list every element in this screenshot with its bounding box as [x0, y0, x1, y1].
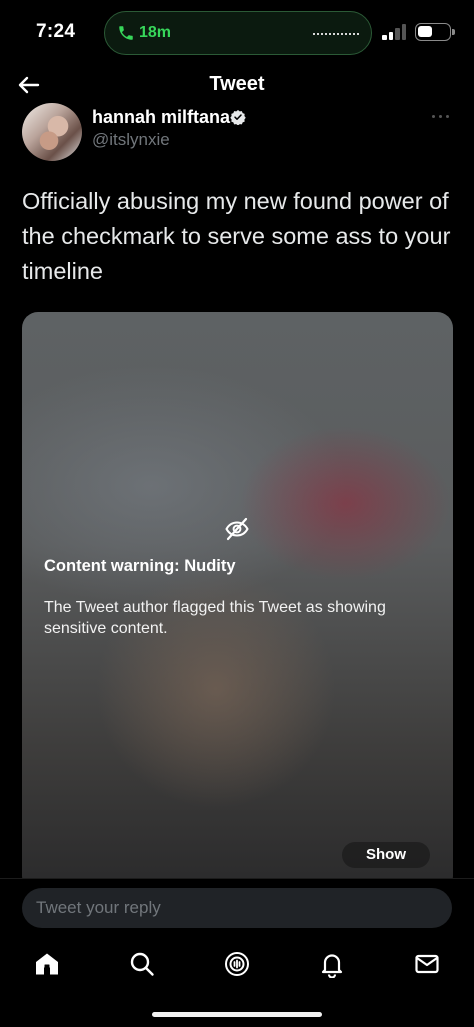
verified-badge-icon	[230, 110, 246, 125]
active-call-pill[interactable]: 18m	[104, 11, 372, 55]
spaces-icon[interactable]	[223, 950, 251, 978]
sensitive-media-card[interactable]: Content warning: Nudity The Tweet author…	[22, 312, 453, 892]
top-navigation-bar: Tweet	[0, 64, 474, 108]
page-title: Tweet	[209, 73, 265, 95]
search-icon[interactable]	[128, 950, 156, 978]
status-time: 7:24	[36, 21, 76, 42]
home-indicator	[152, 1012, 322, 1017]
audio-waveform	[313, 33, 359, 36]
author-name[interactable]: hannah milftana	[92, 107, 230, 128]
mail-icon[interactable]	[413, 950, 441, 978]
status-bar: 7:24 18m	[0, 0, 474, 64]
content-warning-description: The Tweet author flagged this Tweet as s…	[44, 599, 386, 637]
author-avatar[interactable]	[22, 103, 82, 161]
show-media-button[interactable]: Show	[342, 842, 430, 868]
phone-icon	[119, 26, 133, 40]
battery-icon	[415, 23, 455, 41]
call-duration: 18m	[139, 24, 172, 41]
author-handle[interactable]: @itslynxie	[92, 130, 170, 150]
eye-slash-icon	[225, 517, 249, 541]
reply-input[interactable]	[22, 888, 452, 928]
more-horizontal-icon[interactable]	[430, 108, 452, 124]
content-warning-title: Content warning: Nudity	[44, 557, 236, 575]
reply-composer	[0, 878, 474, 936]
home-icon[interactable]	[33, 950, 61, 978]
tweet-text: Officially abusing my new found power of…	[22, 188, 451, 284]
bell-icon[interactable]	[318, 950, 346, 978]
cellular-signal-icon	[382, 24, 408, 40]
